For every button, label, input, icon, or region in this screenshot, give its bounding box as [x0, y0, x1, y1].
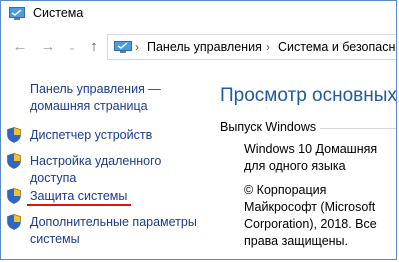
title-bar: Система — [1, 1, 396, 27]
section-divider — [320, 128, 396, 129]
breadcrumb-control-panel[interactable]: Панель управления — [147, 40, 262, 54]
computer-icon — [9, 7, 25, 20]
copyright-line2: Майкрософт (Microsoft — [244, 200, 376, 214]
sidebar-item-advanced-settings-line1[interactable]: Дополнительные параметры — [30, 214, 197, 231]
navigation-bar: ← → ⌄ ↑ › Панель управления › Система и … — [1, 31, 396, 63]
shield-icon — [7, 188, 21, 204]
address-bar[interactable]: › Панель управления › Система и безопасн… — [107, 34, 396, 60]
copyright-line3: Corporation), 2018. Все — [244, 217, 377, 231]
recent-locations-chevron-icon[interactable]: ⌄ — [63, 38, 81, 56]
chevron-right-icon[interactable]: › — [266, 40, 270, 54]
sidebar-home-link-line2[interactable]: домашняя страница — [30, 98, 148, 115]
edition-line1: Windows 10 Домашняя — [244, 142, 378, 156]
computer-icon — [114, 41, 132, 53]
section-title-windows-edition: Выпуск Windows — [220, 120, 317, 134]
sidebar-item-device-manager[interactable]: Диспетчер устройств — [30, 127, 152, 144]
copyright-line1: © Корпорация — [244, 183, 327, 197]
chevron-right-icon[interactable]: › — [135, 40, 139, 54]
page-heading: Просмотр основных свед — [220, 85, 397, 106]
shield-icon — [7, 127, 21, 143]
sidebar-item-remote-settings-line1[interactable]: Настройка удаленного — [30, 153, 161, 170]
up-arrow-icon[interactable]: ↑ — [85, 38, 103, 56]
sidebar-item-advanced-settings-line2[interactable]: системы — [30, 231, 80, 248]
forward-arrow-icon[interactable]: → — [39, 38, 57, 56]
system-window: Система ← → ⌄ ↑ › Панель управления › Си… — [0, 0, 397, 260]
shield-icon — [7, 153, 21, 169]
sidebar-item-remote-settings-line2[interactable]: доступа — [30, 170, 76, 187]
sidebar-item-system-protection[interactable]: Защита системы — [30, 188, 127, 205]
shield-icon — [7, 214, 21, 230]
breadcrumb-system-security[interactable]: Система и безопасност — [278, 40, 396, 54]
back-arrow-icon[interactable]: ← — [11, 38, 29, 56]
window-title: Система — [33, 6, 84, 20]
highlight-underline — [27, 204, 131, 206]
edition-line2: для одного языка — [244, 159, 346, 173]
sidebar-home-link-line1[interactable]: Панель управления — — [30, 81, 161, 98]
copyright-line4: права защищены. — [244, 234, 349, 248]
